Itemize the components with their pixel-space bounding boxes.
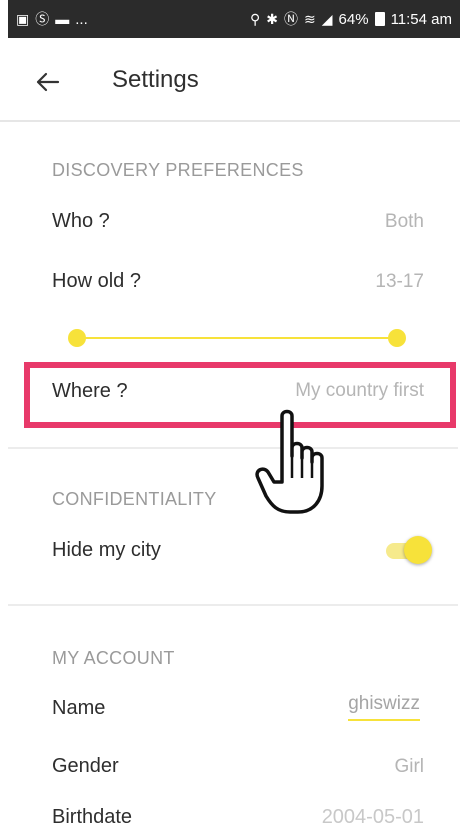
who-label: Who ? [52, 210, 110, 232]
status-left-icons: ▣ Ⓢ ▬ ... [16, 11, 88, 28]
notification-image-icon: ▣ [16, 11, 30, 27]
age-range-slider-track[interactable] [76, 337, 398, 339]
section-title-confidentiality: CONFIDENTIALITY [52, 489, 217, 509]
section-title-discovery: DISCOVERY PREFERENCES [52, 160, 304, 180]
bluetooth-icon: ✱ [266, 11, 279, 27]
section-title-account: MY ACCOUNT [52, 648, 175, 668]
birthdate-label: Birthdate [52, 806, 133, 828]
name-input[interactable]: ghiswizz [348, 693, 420, 721]
status-more-text: ... [75, 10, 88, 28]
age-value: 13-17 [375, 271, 424, 292]
gender-label: Gender [52, 755, 119, 777]
who-value: Both [384, 211, 424, 232]
where-row-highlight [24, 362, 456, 428]
status-bar: ▣ Ⓢ ▬ ... ⚲ ✱ Ⓝ ≋ ◢ 64% 11:54 am [8, 0, 460, 38]
notification-message-icon: ▬ [55, 11, 70, 27]
birthdate-value: 2004-05-01 [321, 806, 424, 828]
back-arrow-icon [36, 72, 60, 92]
section-divider [8, 447, 458, 449]
section-divider [8, 604, 458, 606]
app-header: Settings [0, 38, 460, 122]
age-slider-max-thumb[interactable] [388, 329, 406, 347]
wifi-icon: ≋ [304, 11, 316, 27]
status-right-icons: ⚲ ✱ Ⓝ ≋ ◢ 64% 11:54 am [250, 11, 452, 28]
cursor-hand-icon [255, 409, 324, 514]
gender-value: Girl [394, 756, 424, 777]
nfc-icon: Ⓝ [284, 11, 299, 27]
hide-city-toggle[interactable] [386, 536, 432, 564]
status-time: 11:54 am [390, 10, 452, 28]
age-slider-min-thumb[interactable] [68, 329, 86, 347]
name-label: Name [52, 697, 106, 719]
age-label: How old ? [52, 270, 141, 292]
toggle-thumb [404, 536, 432, 564]
battery-percent: 64% [338, 10, 369, 28]
signal-icon: ◢ [321, 11, 333, 27]
notification-skype-icon: Ⓢ [35, 11, 50, 27]
hide-city-label: Hide my city [52, 539, 161, 561]
location-icon: ⚲ [250, 11, 261, 27]
back-button[interactable] [30, 64, 66, 100]
page-title: Settings [112, 66, 199, 93]
battery-icon [374, 12, 385, 26]
